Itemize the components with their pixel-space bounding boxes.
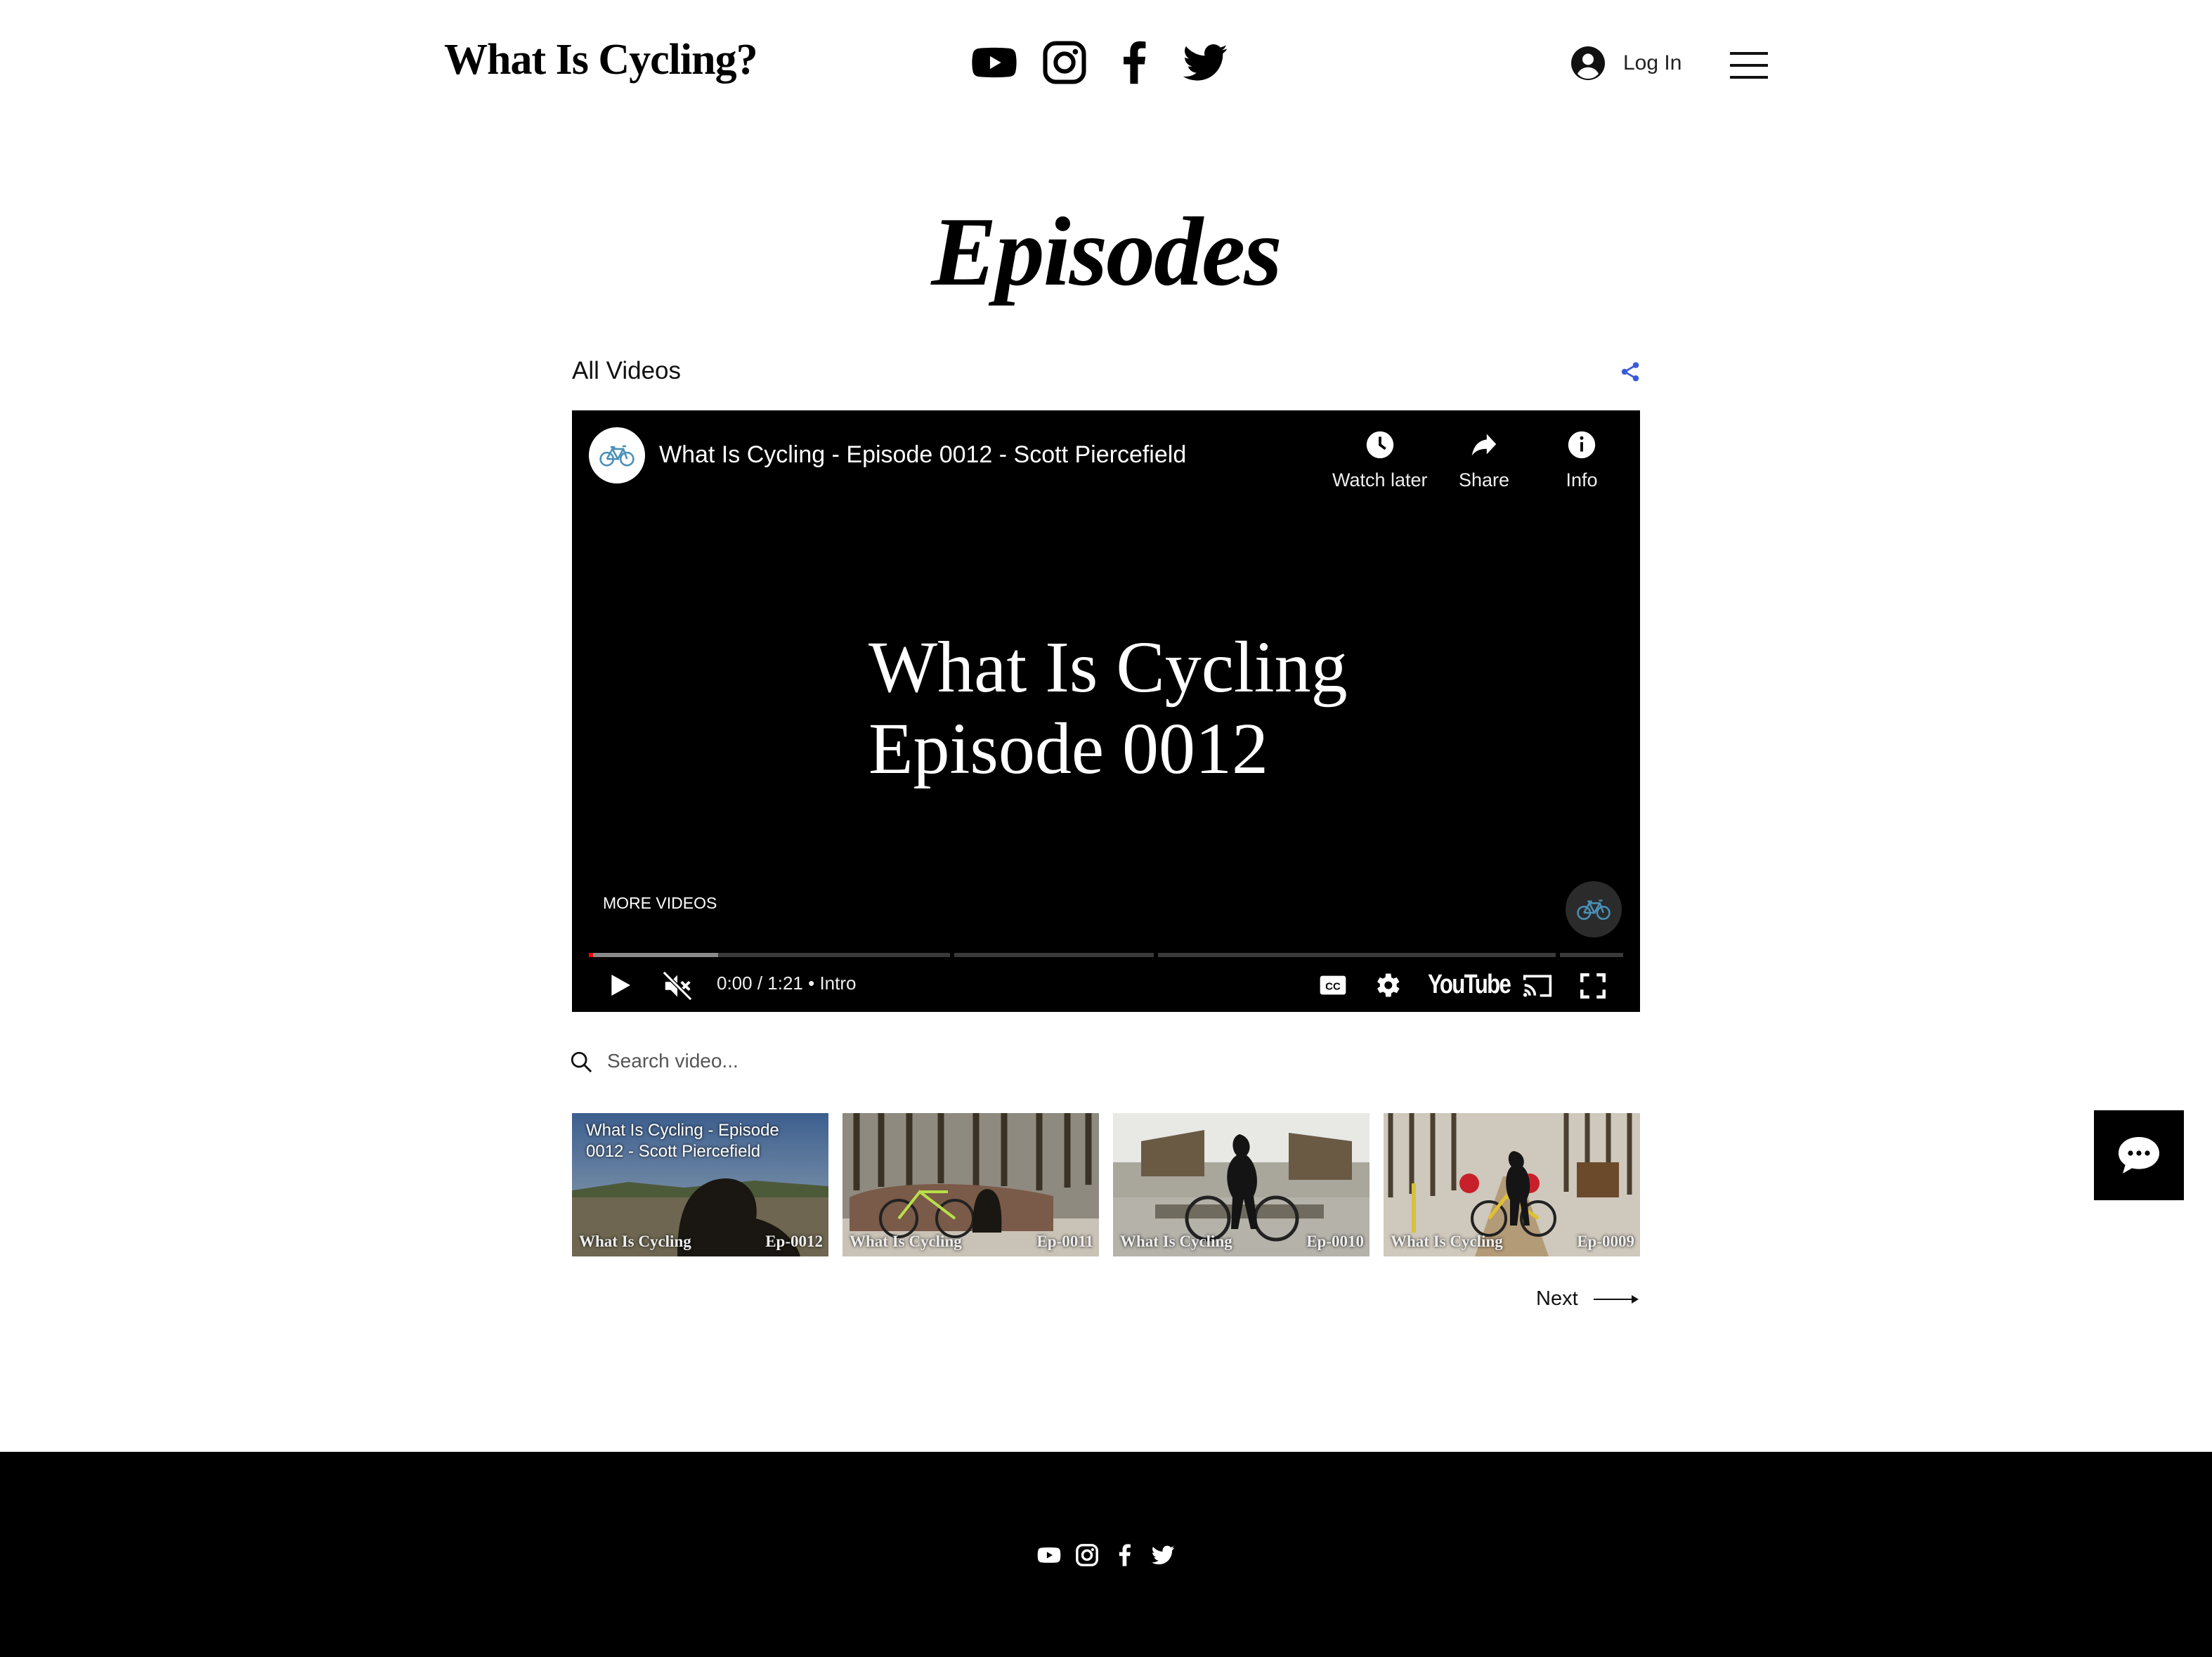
chat-button[interactable]: [2094, 1110, 2184, 1200]
thumbnail-episode: Ep-0012: [765, 1233, 823, 1250]
next-label: Next: [1536, 1287, 1578, 1310]
watch-later-label: Watch later: [1332, 469, 1428, 490]
clock-icon: [1366, 431, 1393, 459]
thumbnail-caption: What Is Cycling: [1391, 1233, 1503, 1250]
time-value: 0:00 / 1:21: [717, 973, 803, 994]
share-arrow-icon: [1471, 434, 1497, 456]
video-thumbnail[interactable]: What Is Cycling Ep-0011: [842, 1113, 1099, 1256]
progress-bar[interactable]: [589, 953, 1623, 957]
video-player[interactable]: What Is Cycling - Episode 0012 - Scott P…: [572, 410, 1640, 1012]
thumbnail-episode: Ep-0011: [1036, 1233, 1093, 1250]
twitter-icon[interactable]: [1151, 1543, 1175, 1567]
bicycle-icon: [1577, 899, 1611, 920]
mute-icon[interactable]: [661, 970, 694, 1002]
settings-gear-icon[interactable]: [1372, 970, 1403, 1001]
thumbnail-episode: Ep-0010: [1306, 1233, 1364, 1250]
thumbnail-caption: What Is Cycling: [579, 1233, 691, 1250]
login-label: Log In: [1623, 51, 1682, 74]
play-icon[interactable]: [606, 970, 634, 1001]
arrow-right-icon: [1593, 1294, 1639, 1304]
thumbnail-overlay-title: What Is Cycling - Episode 0012 - Scott P…: [586, 1121, 779, 1161]
svg-text:CC: CC: [1325, 981, 1341, 993]
watch-later-button[interactable]: Watch later: [1332, 429, 1428, 491]
menu-hamburger-icon[interactable]: [1730, 52, 1768, 79]
next-page-button[interactable]: Next: [1536, 1287, 1640, 1311]
bicycle-icon: [599, 445, 635, 467]
instagram-icon[interactable]: [1075, 1543, 1099, 1567]
search-icon: [571, 1051, 592, 1073]
share-label: Share: [1459, 469, 1510, 490]
video-slate: What Is Cycling Episode 0012: [868, 627, 1348, 790]
played-fill: [589, 953, 593, 957]
video-thumbnail[interactable]: What Is Cycling Ep-0010: [1113, 1113, 1370, 1256]
time-display: 0:00 / 1:21 • Intro: [717, 973, 857, 994]
info-button[interactable]: Info: [1566, 429, 1598, 491]
fullscreen-icon[interactable]: [1578, 971, 1608, 1001]
slate-line-2: Episode 0012: [868, 708, 1269, 789]
chapter-segment: [954, 953, 1154, 957]
thumbnail-episode: Ep-0009: [1577, 1233, 1634, 1250]
chat-bubble-icon: [2119, 1137, 2159, 1174]
footer-social-bar: [1037, 1543, 1175, 1567]
channel-watermark[interactable]: [1566, 881, 1622, 937]
site-title[interactable]: What Is Cycling?: [444, 35, 758, 85]
youtube-logo[interactable]: YouTube: [1428, 970, 1511, 1000]
share-video-button[interactable]: Share: [1459, 429, 1509, 491]
facebook-icon[interactable]: [1113, 1543, 1137, 1567]
facebook-icon[interactable]: [1112, 39, 1158, 86]
share-icon[interactable]: [1619, 360, 1641, 384]
slate-line-1: What Is Cycling: [868, 627, 1348, 708]
chapter-segment: [1560, 953, 1623, 957]
info-icon: [1568, 431, 1596, 459]
user-avatar-icon: [1571, 46, 1605, 80]
thumbnail-caption: What Is Cycling: [850, 1233, 962, 1250]
chapter-segment: [589, 953, 950, 957]
header-social-bar: [971, 39, 1228, 86]
youtube-icon[interactable]: [1037, 1543, 1061, 1567]
login-button[interactable]: Log In: [1571, 46, 1681, 80]
instagram-icon[interactable]: [1041, 39, 1088, 86]
chapter-label[interactable]: Intro: [819, 973, 856, 994]
chapter-segment: [1158, 953, 1556, 957]
search-input[interactable]: [607, 1046, 1099, 1077]
captions-icon[interactable]: CC: [1317, 971, 1349, 999]
buffered-fill: [589, 953, 718, 957]
video-thumbnail-list: What Is Cycling - Episode 0012 - Scott P…: [572, 1113, 1640, 1256]
video-thumbnail[interactable]: What Is Cycling Ep-0009: [1384, 1113, 1640, 1256]
info-label: Info: [1566, 469, 1598, 490]
more-videos-button[interactable]: MORE VIDEOS: [603, 894, 717, 913]
video-thumbnail[interactable]: What Is Cycling - Episode 0012 - Scott P…: [572, 1113, 828, 1256]
page-title: Episodes: [931, 197, 1282, 306]
thumbnail-caption: What Is Cycling: [1120, 1233, 1232, 1250]
cast-icon[interactable]: [1519, 970, 1556, 1001]
twitter-icon[interactable]: [1182, 39, 1228, 86]
youtube-icon[interactable]: [971, 39, 1017, 86]
collection-label: All Videos: [572, 357, 682, 384]
video-title[interactable]: What Is Cycling - Episode 0012 - Scott P…: [659, 441, 1186, 469]
channel-avatar[interactable]: [589, 427, 645, 483]
